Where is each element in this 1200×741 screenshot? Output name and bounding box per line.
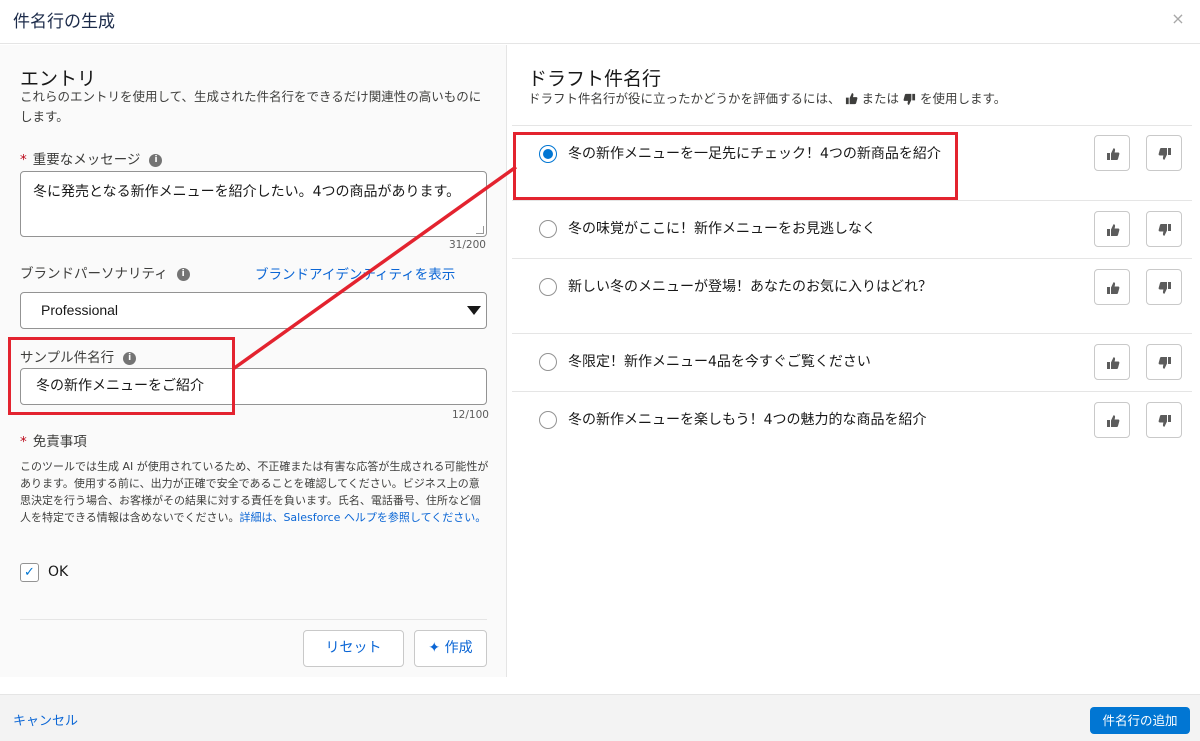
thumbs-down-icon <box>1158 148 1171 160</box>
draft-text: 新しい冬のメニューが登場！あなたのお気に入りはどれ？ <box>568 279 932 295</box>
radio-button[interactable] <box>539 278 557 296</box>
draft-row[interactable]: 冬限定！新作メニュー4品を今すぐご覧ください <box>512 333 1192 391</box>
message-label-row: * 重要なメッセージ i <box>20 148 163 168</box>
drafts-heading: ドラフト件名行 <box>528 68 662 90</box>
resize-handle-icon[interactable] <box>476 226 484 234</box>
draft-row[interactable]: 冬の味覚がここに！新作メニューをお見逃しなく <box>512 200 1192 258</box>
message-label: 重要なメッセージ <box>32 152 141 168</box>
draft-row[interactable]: 冬の新作メニューを楽しもう！4つの魅力的な商品を紹介 <box>512 391 1192 466</box>
modal-header: 件名行の生成 × <box>0 0 1200 44</box>
radio-button[interactable] <box>539 353 557 371</box>
help-link[interactable]: 詳細は、Salesforce ヘルプを参照してください。 <box>239 511 486 524</box>
radio-button[interactable] <box>539 411 557 429</box>
thumbs-up-icon <box>845 93 857 105</box>
drafts-description: ドラフト件名行が役に立ったかどうかを評価するには、 または を使用します。 <box>528 89 1188 109</box>
thumbs-up-button[interactable] <box>1094 211 1130 247</box>
thumbs-up-button[interactable] <box>1094 402 1130 438</box>
radio-button[interactable] <box>539 220 557 238</box>
drafts-desc-mid: または <box>861 91 899 106</box>
ok-label: OK <box>48 564 69 580</box>
thumbs-down-icon <box>1158 415 1171 427</box>
thumbs-down-button[interactable] <box>1146 269 1182 305</box>
divider <box>20 619 487 620</box>
info-icon[interactable]: i <box>176 267 190 281</box>
required-mark: * <box>20 434 27 450</box>
thumbs-up-button[interactable] <box>1094 135 1130 171</box>
add-subject-button[interactable]: 件名行の追加 <box>1090 707 1190 734</box>
draft-row[interactable]: 新しい冬のメニューが登場！あなたのお気に入りはどれ？ <box>512 258 1192 333</box>
thumbs-up-icon <box>1107 148 1120 160</box>
thumbs-up-icon <box>1107 282 1120 294</box>
disclaimer-label: 免責事項 <box>32 434 87 450</box>
thumbs-down-icon <box>1158 282 1171 294</box>
message-value: 冬に発売となる新作メニューを紹介したい。4つの商品があります。 <box>33 184 461 200</box>
brand-identity-link[interactable]: ブランドアイデンティティを表示 <box>255 263 455 283</box>
brand-label-row: ブランドパーソナリティ i <box>20 262 190 282</box>
thumbs-up-icon <box>1107 415 1120 427</box>
create-label: 作成 <box>444 640 473 656</box>
thumbs-up-icon <box>1107 357 1120 369</box>
thumbs-down-icon <box>903 93 916 105</box>
thumbs-up-button[interactable] <box>1094 269 1130 305</box>
sample-callout-box <box>8 337 235 415</box>
disclaimer-text: このツールでは生成 AI が使用されているため、不正確または有害な応答が生成され… <box>20 458 490 526</box>
create-button[interactable]: ✦ 作成 <box>414 630 487 667</box>
draft-text: 冬の味覚がここに！新作メニューをお見逃しなく <box>568 221 876 237</box>
brand-personality-select[interactable]: Professional <box>20 292 487 329</box>
entries-description: これらのエントリを使用して、生成された件名行をできるだけ関連性の高いものにします… <box>20 89 482 124</box>
sample-char-count: 12/100 <box>452 409 489 421</box>
draft-callout-box <box>513 132 958 200</box>
brand-label: ブランドパーソナリティ <box>20 266 168 282</box>
info-icon[interactable]: i <box>149 153 163 167</box>
draft-text: 冬限定！新作メニュー4品を今すぐご覧ください <box>568 354 871 370</box>
modal-footer: キャンセル 件名行の追加 <box>0 694 1200 741</box>
drafts-desc-post: を使用します。 <box>919 91 1007 106</box>
thumbs-down-button[interactable] <box>1146 211 1182 247</box>
thumbs-down-button[interactable] <box>1146 402 1182 438</box>
message-textarea[interactable]: 冬に発売となる新作メニューを紹介したい。4つの商品があります。 <box>20 171 487 237</box>
close-icon[interactable]: × <box>1168 9 1188 29</box>
brand-selected-value: Professional <box>41 302 119 318</box>
required-mark: * <box>20 152 27 168</box>
reset-button[interactable]: リセット <box>303 630 404 667</box>
thumbs-down-button[interactable] <box>1146 135 1182 171</box>
thumbs-down-icon <box>1158 357 1171 369</box>
sparkle-icon: ✦ <box>428 640 441 656</box>
draft-text: 冬の新作メニューを楽しもう！4つの魅力的な商品を紹介 <box>568 412 927 428</box>
caret-down-icon <box>467 306 481 315</box>
cancel-button[interactable]: キャンセル <box>13 710 78 729</box>
thumbs-down-button[interactable] <box>1146 344 1182 380</box>
message-char-count: 31/200 <box>449 239 486 251</box>
drafts-desc-pre: ドラフト件名行が役に立ったかどうかを評価するには、 <box>528 91 841 106</box>
thumbs-up-button[interactable] <box>1094 344 1130 380</box>
ok-checkbox[interactable]: ✓ <box>20 563 39 582</box>
thumbs-up-icon <box>1107 224 1120 236</box>
modal-title: 件名行の生成 <box>13 12 115 32</box>
thumbs-down-icon <box>1158 224 1171 236</box>
disclaimer-label-row: * 免責事項 <box>20 430 87 450</box>
